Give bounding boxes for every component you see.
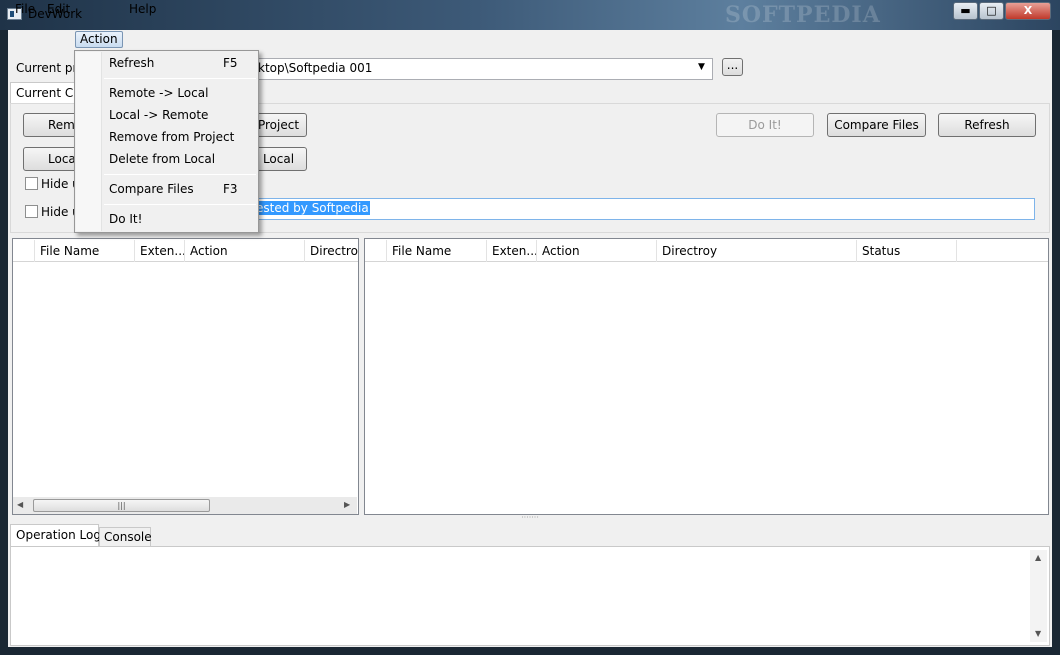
maximize-button[interactable]: □ — [979, 2, 1004, 20]
local-col-directory[interactable]: Directroy — [305, 240, 358, 262]
menu-item-refresh-shortcut: F5 — [223, 56, 238, 70]
do-it-button[interactable]: Do It! — [716, 113, 814, 137]
close-button[interactable]: X — [1005, 2, 1051, 20]
menu-item-compare-files[interactable]: Compare Files — [109, 182, 194, 196]
scroll-down-icon[interactable]: ▼ — [1035, 629, 1041, 638]
menu-separator — [104, 78, 256, 79]
compare-files-button[interactable]: Compare Files — [827, 113, 926, 137]
refresh-button[interactable]: Refresh — [938, 113, 1036, 137]
comment-input-value: ested by Softpedia — [255, 201, 370, 215]
operation-log-textarea[interactable] — [10, 546, 1050, 646]
tab-console-label: Console — [104, 530, 152, 544]
menu-item-delete-from-local[interactable]: Delete from Local — [109, 152, 215, 166]
hide-checkbox-2[interactable] — [25, 205, 38, 218]
local-col-extension[interactable]: Exten... — [135, 240, 185, 262]
tab-current-changes-label: Current Ch — [16, 86, 81, 100]
browse-button[interactable]: ... — [722, 58, 743, 76]
remote-col-status[interactable]: Status — [857, 240, 957, 262]
menu-help[interactable]: Help — [125, 2, 160, 19]
project-select-value: ktop\Softpedia 001 — [258, 61, 373, 75]
local-col-filename[interactable]: File Name — [35, 240, 135, 262]
menu-item-remove-from-project[interactable]: Remove from Project — [109, 130, 234, 144]
menu-edit[interactable]: Edit — [43, 2, 74, 19]
remote-col-action[interactable]: Action — [537, 240, 657, 262]
menu-item-refresh[interactable]: Refresh — [109, 56, 154, 70]
remote-file-table[interactable] — [364, 238, 1049, 515]
scrollbar-thumb[interactable]: ||| — [33, 499, 210, 512]
menu-bar — [8, 30, 1052, 50]
action-menu-gutter — [76, 52, 102, 231]
menu-separator — [104, 204, 256, 205]
remote-col-select[interactable] — [365, 240, 387, 262]
remote-col-filename[interactable]: File Name — [387, 240, 487, 262]
menu-item-local-to-remote[interactable]: Local -> Remote — [109, 108, 208, 122]
remote-col-directory[interactable]: Directroy — [657, 240, 857, 262]
scroll-up-icon[interactable]: ▲ — [1035, 553, 1041, 562]
local-col-action[interactable]: Action — [185, 240, 305, 262]
remote-col-extension[interactable]: Exten... — [487, 240, 537, 262]
horizontal-splitter[interactable]: ······· — [10, 514, 1050, 523]
menu-action[interactable]: Action — [75, 31, 123, 48]
menu-file[interactable]: File — [11, 2, 39, 19]
menu-separator — [104, 174, 256, 175]
hide-checkbox-1[interactable] — [25, 177, 38, 190]
chevron-down-icon[interactable]: ▼ — [698, 62, 705, 72]
watermark: SOFTPEDIA — [725, 2, 881, 28]
menu-item-do-it[interactable]: Do It! — [109, 212, 142, 226]
minimize-button[interactable]: ▬ — [953, 2, 978, 20]
tab-operation-log-label: Operation Log — [16, 528, 101, 542]
local-file-table[interactable] — [12, 238, 359, 515]
scroll-right-icon[interactable]: ▶ — [344, 500, 350, 509]
local-col-select[interactable] — [13, 240, 35, 262]
scroll-left-icon[interactable]: ◀ — [17, 500, 23, 509]
menu-item-compare-files-shortcut: F3 — [223, 182, 238, 196]
menu-item-remote-to-local[interactable]: Remote -> Local — [109, 86, 208, 100]
